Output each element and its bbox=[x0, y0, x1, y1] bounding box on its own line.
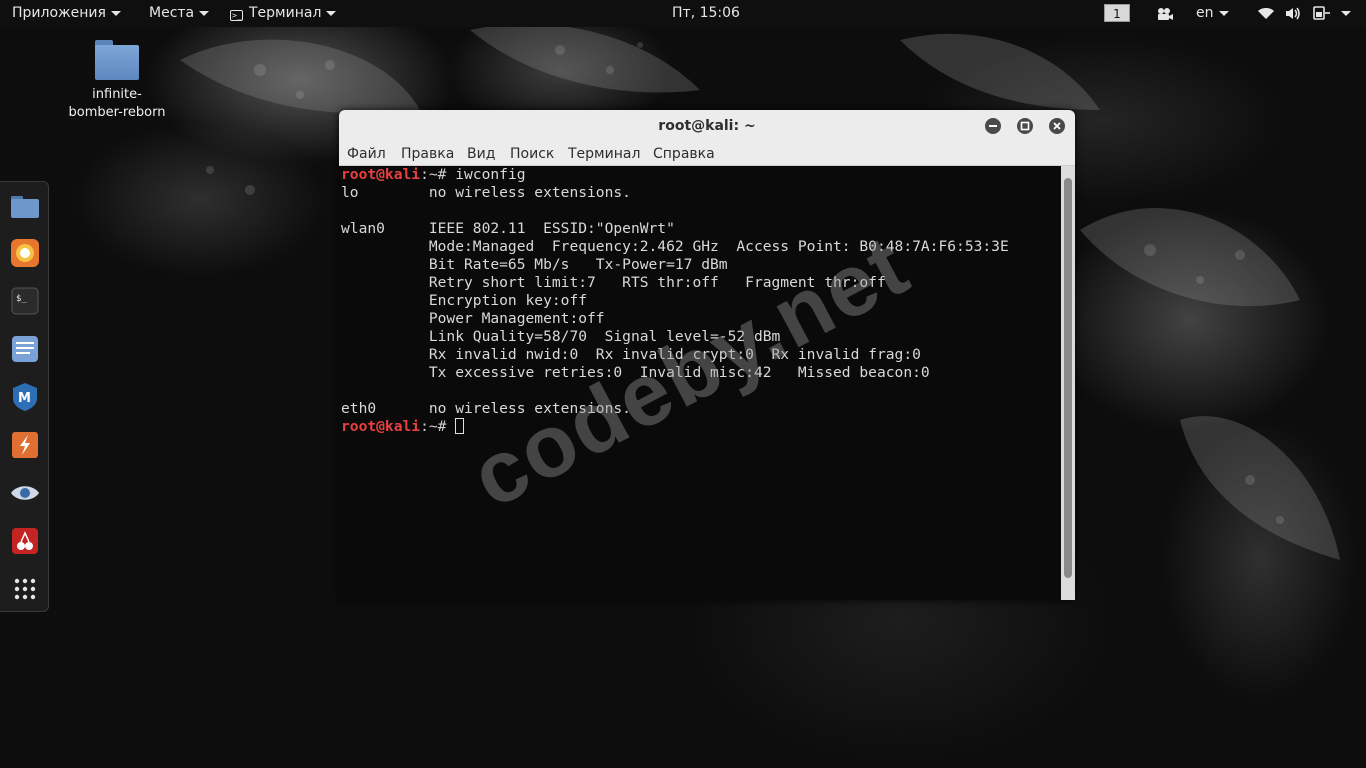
prompt-path: :~# bbox=[420, 418, 456, 435]
chevron-down-icon bbox=[199, 10, 210, 16]
prompt-path: :~# bbox=[420, 166, 456, 183]
terminal-icon: >_ bbox=[230, 10, 243, 21]
chevron-down-icon bbox=[1218, 10, 1229, 16]
applications-menu[interactable]: Приложения bbox=[12, 0, 121, 27]
language-indicator[interactable]: en bbox=[1196, 0, 1229, 27]
scrollbar[interactable] bbox=[1061, 166, 1075, 600]
power-status-icon[interactable] bbox=[1313, 5, 1331, 21]
video-camera-icon[interactable] bbox=[1156, 7, 1174, 21]
text-cursor bbox=[455, 418, 465, 434]
window-menubar: Файл Правка Вид Поиск Терминал Справка bbox=[339, 144, 1075, 166]
menu-terminal[interactable]: Терминал bbox=[568, 144, 640, 164]
maximize-button[interactable] bbox=[1017, 118, 1033, 134]
terminal-app-label: Терминал bbox=[249, 5, 322, 21]
command-output: lo no wireless extensions. wlan0 IEEE 80… bbox=[341, 184, 1009, 417]
burpsuite-icon[interactable] bbox=[9, 429, 41, 461]
window-titlebar[interactable]: root@kali: ~ bbox=[339, 110, 1075, 144]
folder-icon bbox=[95, 40, 139, 80]
svg-text:M: M bbox=[18, 391, 31, 406]
minimize-icon bbox=[989, 125, 997, 127]
dock: $_ M bbox=[0, 181, 49, 612]
menu-search[interactable]: Поиск bbox=[510, 144, 554, 164]
menu-edit[interactable]: Правка bbox=[401, 144, 454, 164]
terminal-window: root@kali: ~ Файл Правка Вид Поиск Терми… bbox=[339, 110, 1075, 600]
app-grid-icon[interactable] bbox=[9, 573, 41, 605]
chevron-down-icon[interactable] bbox=[1341, 11, 1351, 16]
volume-icon[interactable] bbox=[1285, 7, 1302, 20]
prompt-user: root@kali bbox=[341, 166, 421, 183]
prompt-user: root@kali bbox=[341, 418, 421, 435]
svg-text:$_: $_ bbox=[16, 294, 27, 304]
wifi-icon[interactable] bbox=[1258, 7, 1274, 20]
workspace-indicator[interactable]: 1 bbox=[1104, 4, 1130, 22]
chevron-down-icon bbox=[110, 10, 121, 16]
window-title: root@kali: ~ bbox=[658, 118, 756, 134]
desktop-folder-label: infinite- bomber-reborn bbox=[68, 87, 166, 120]
menu-help[interactable]: Справка bbox=[653, 144, 715, 164]
cherry-icon[interactable] bbox=[9, 525, 41, 557]
menu-file[interactable]: Файл bbox=[347, 144, 386, 164]
terminal-icon[interactable]: $_ bbox=[9, 285, 41, 317]
terminal-output-area[interactable]: root@kali:~# iwconfig lo no wireless ext… bbox=[339, 166, 1061, 600]
firefox-icon[interactable] bbox=[9, 237, 41, 269]
clock-label: Пт, 15:06 bbox=[672, 5, 740, 21]
clock[interactable]: Пт, 15:06 bbox=[636, 0, 776, 27]
minimize-button[interactable] bbox=[985, 118, 1001, 134]
applications-label: Приложения bbox=[12, 5, 106, 21]
eye-icon[interactable] bbox=[9, 477, 41, 509]
places-menu[interactable]: Места bbox=[149, 0, 210, 27]
command-text: iwconfig bbox=[455, 166, 526, 183]
files-icon[interactable] bbox=[9, 190, 41, 222]
menu-view[interactable]: Вид bbox=[467, 144, 495, 164]
top-panel: Приложения Места >_ Терминал Пт, 15:06 1 … bbox=[0, 0, 1366, 27]
metasploit-icon[interactable]: M bbox=[9, 381, 41, 413]
terminal-app-menu[interactable]: >_ Терминал bbox=[230, 0, 337, 27]
close-icon bbox=[1053, 122, 1061, 130]
close-button[interactable] bbox=[1049, 118, 1065, 134]
text-editor-icon[interactable] bbox=[9, 333, 41, 365]
terminal-text: root@kali:~# iwconfig lo no wireless ext… bbox=[341, 166, 1035, 436]
desktop-folder-infinite-bomber-reborn[interactable]: infinite- bomber-reborn bbox=[62, 40, 172, 122]
language-label: en bbox=[1196, 5, 1214, 21]
chevron-down-icon bbox=[326, 10, 337, 16]
places-label: Места bbox=[149, 5, 195, 21]
maximize-icon bbox=[1020, 121, 1030, 131]
scrollbar-thumb[interactable] bbox=[1064, 178, 1072, 578]
